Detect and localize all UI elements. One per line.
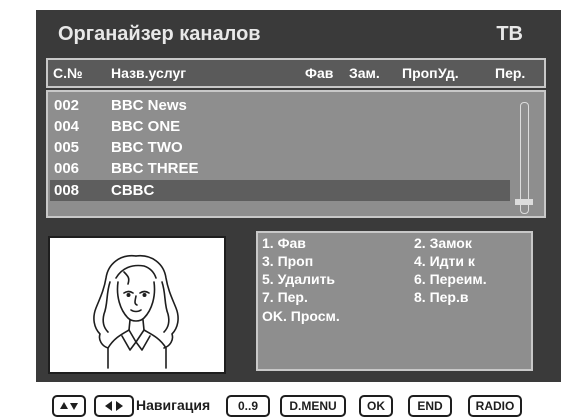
menu-item-delete[interactable]: 5. Удалить — [262, 271, 335, 287]
menu-item-goto[interactable]: 4. Идти к — [414, 253, 475, 269]
channel-preview — [48, 236, 226, 374]
channel-name: BBC THREE — [111, 160, 199, 177]
left-right-arrows-icon — [105, 401, 123, 411]
column-header-lock: Зам. — [349, 65, 380, 81]
up-down-arrows-icon — [60, 402, 78, 410]
d-menu-key[interactable]: D.MENU — [280, 395, 346, 417]
mode-label: ТВ — [496, 23, 523, 45]
channel-number: 004 — [54, 118, 80, 135]
column-header-rename: Пер. — [495, 65, 526, 81]
channel-row[interactable]: 006 BBC THREE — [50, 158, 510, 179]
scrollbar[interactable] — [520, 102, 529, 214]
menu-item-lock[interactable]: 2. Замок — [414, 235, 472, 251]
radio-key[interactable]: RADIO — [468, 395, 522, 417]
column-header-fav: Фав — [305, 65, 334, 81]
channel-name: BBC News — [111, 97, 187, 114]
woman-portrait-icon — [93, 254, 179, 369]
column-header-delete: Уд. — [438, 65, 459, 81]
channel-row[interactable]: 002 BBC News — [50, 95, 510, 116]
channel-number: 005 — [54, 139, 80, 156]
channel-number: 008 — [54, 182, 80, 199]
up-down-key[interactable] — [52, 395, 86, 417]
channel-organizer-screen: Органайзер каналов ТВ С.№ Назв.услуг Фав… — [36, 10, 561, 382]
channel-row[interactable]: 004 BBC ONE — [50, 116, 510, 137]
column-header-bar: С.№ Назв.услуг Фав Зам. Проп Уд. Пер. — [46, 58, 546, 88]
column-header-number: С.№ — [53, 65, 83, 81]
scrollbar-thumb[interactable] — [515, 199, 533, 205]
digits-key[interactable]: 0..9 — [226, 395, 270, 417]
column-header-skip: Проп — [402, 65, 438, 81]
channel-row-selected[interactable]: 008 CBBC — [50, 180, 510, 201]
channel-name: BBC TWO — [111, 139, 183, 156]
menu-item-skip[interactable]: 3. Проп — [262, 253, 313, 269]
channel-name: BBC ONE — [111, 118, 181, 135]
navigation-label: Навигация — [136, 397, 211, 413]
left-right-key[interactable] — [94, 395, 134, 417]
channel-row[interactable]: 005 BBC TWO — [50, 137, 510, 158]
page-title: Органайзер каналов — [58, 23, 261, 45]
channel-number: 006 — [54, 160, 80, 177]
menu-item-rename[interactable]: 6. Переим. — [414, 271, 487, 287]
menu-item-view[interactable]: OK. Просм. — [262, 308, 340, 324]
menu-item-move[interactable]: 7. Пер. — [262, 289, 308, 305]
menu-item-fav[interactable]: 1. Фав — [262, 235, 306, 251]
column-header-name: Назв.услуг — [111, 65, 187, 81]
channel-number: 002 — [54, 97, 80, 114]
end-key[interactable]: END — [408, 395, 452, 417]
channel-name: CBBC — [111, 182, 155, 199]
options-menu: 1. Фав 3. Проп 5. Удалить 7. Пер. OK. Пр… — [256, 231, 533, 371]
ok-key[interactable]: OK — [359, 395, 393, 417]
channel-list: 002 BBC News 004 BBC ONE 005 BBC TWO 006… — [46, 90, 546, 218]
menu-item-move-to[interactable]: 8. Пер.в — [414, 289, 468, 305]
